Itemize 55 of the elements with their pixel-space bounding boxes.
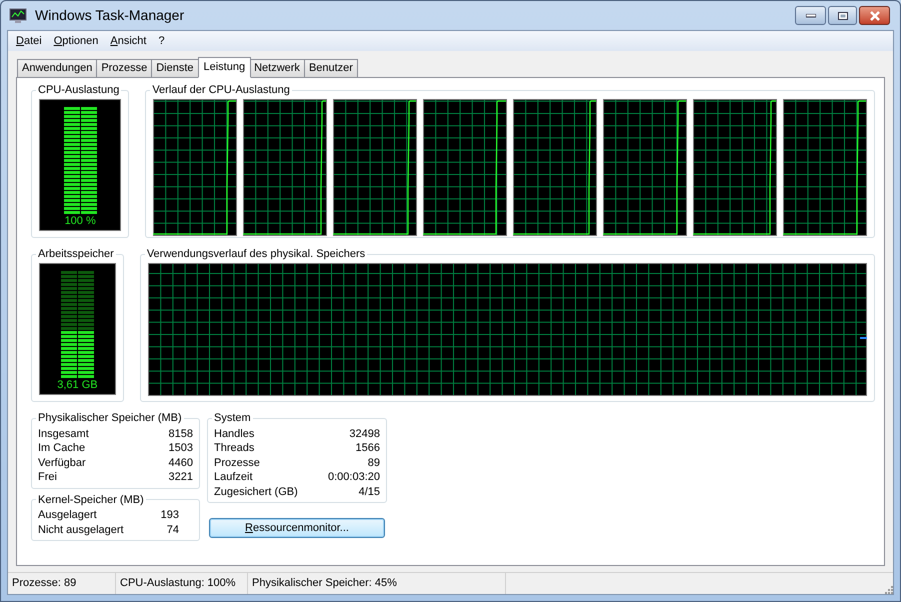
field-label: Verfügbar	[38, 456, 86, 470]
group-title: Kernel-Speicher (MB)	[37, 492, 145, 508]
field-label: Insgesamt	[38, 426, 89, 441]
minimize-button[interactable]	[795, 6, 826, 25]
meter-unlit-segments	[60, 270, 94, 330]
field-value: 4460	[168, 456, 193, 470]
field-value: 8158	[168, 426, 193, 441]
tab[interactable]: Anwendungen	[17, 59, 98, 77]
status-text: Physikalischer Speicher: 45%	[248, 573, 506, 594]
tab[interactable]: Netzwerk	[249, 59, 305, 77]
tab[interactable]: Leistung	[198, 57, 252, 78]
maximize-button[interactable]	[828, 6, 857, 25]
app-icon	[9, 8, 27, 24]
tab[interactable]: Prozesse	[96, 59, 152, 77]
menu-item[interactable]: Ansicht	[106, 32, 150, 50]
maximize-icon	[838, 12, 848, 20]
group-title: Verwendungsverlauf des physikal. Speichers	[146, 247, 366, 262]
field-value: 4/15	[358, 484, 380, 499]
window-title: Windows Task-Manager	[35, 6, 184, 25]
menu-item[interactable]: Optionen	[50, 32, 102, 50]
close-icon	[868, 10, 880, 20]
menu-item[interactable]: ?	[154, 32, 169, 50]
field-value: 1566	[356, 441, 380, 456]
group-title: Physikalischer Speicher (MB)	[37, 411, 183, 426]
field-value: 32498	[349, 426, 380, 441]
field-label: Im Cache	[38, 441, 86, 456]
group-title: Arbeitsspeicher	[37, 247, 115, 262]
field-label: Laufzeit	[214, 470, 253, 484]
group-title: CPU-Auslastung	[37, 83, 120, 98]
meter-reading: 100 %	[64, 214, 96, 228]
field-value: 89	[368, 456, 380, 470]
field-label: Zugesichert (GB)	[214, 484, 298, 499]
field-label: Frei	[38, 470, 57, 484]
menu-item[interactable]: Datei	[12, 32, 46, 50]
group-title: Verlauf der CPU-Auslastung	[151, 83, 291, 98]
field-label: Prozesse	[214, 456, 260, 470]
close-button[interactable]	[859, 6, 890, 25]
status-text: Prozesse: 89	[8, 573, 116, 594]
resource-monitor-button[interactable]: Ressourcenmonitor...	[209, 518, 385, 538]
field-label: Handles	[214, 426, 254, 441]
field-value: 193	[160, 508, 179, 522]
tab[interactable]: Benutzer	[304, 59, 358, 77]
field-value: 74	[166, 522, 179, 537]
field-label: Nicht ausgelagert	[38, 522, 124, 537]
field-value: 3221	[168, 470, 193, 484]
field-label: Threads	[214, 441, 254, 456]
meter-reading: 3,61 GB	[57, 378, 98, 392]
field-value: 1503	[168, 441, 193, 456]
tab[interactable]: Dienste	[151, 59, 198, 77]
resize-grip-icon[interactable]	[883, 584, 893, 594]
status-text: CPU-Auslastung: 100%	[116, 573, 248, 594]
minimize-icon	[806, 14, 816, 18]
field-value: 0:00:03:20	[328, 470, 380, 484]
group-title: System	[213, 411, 252, 426]
field-label: Ausgelagert	[38, 508, 97, 522]
